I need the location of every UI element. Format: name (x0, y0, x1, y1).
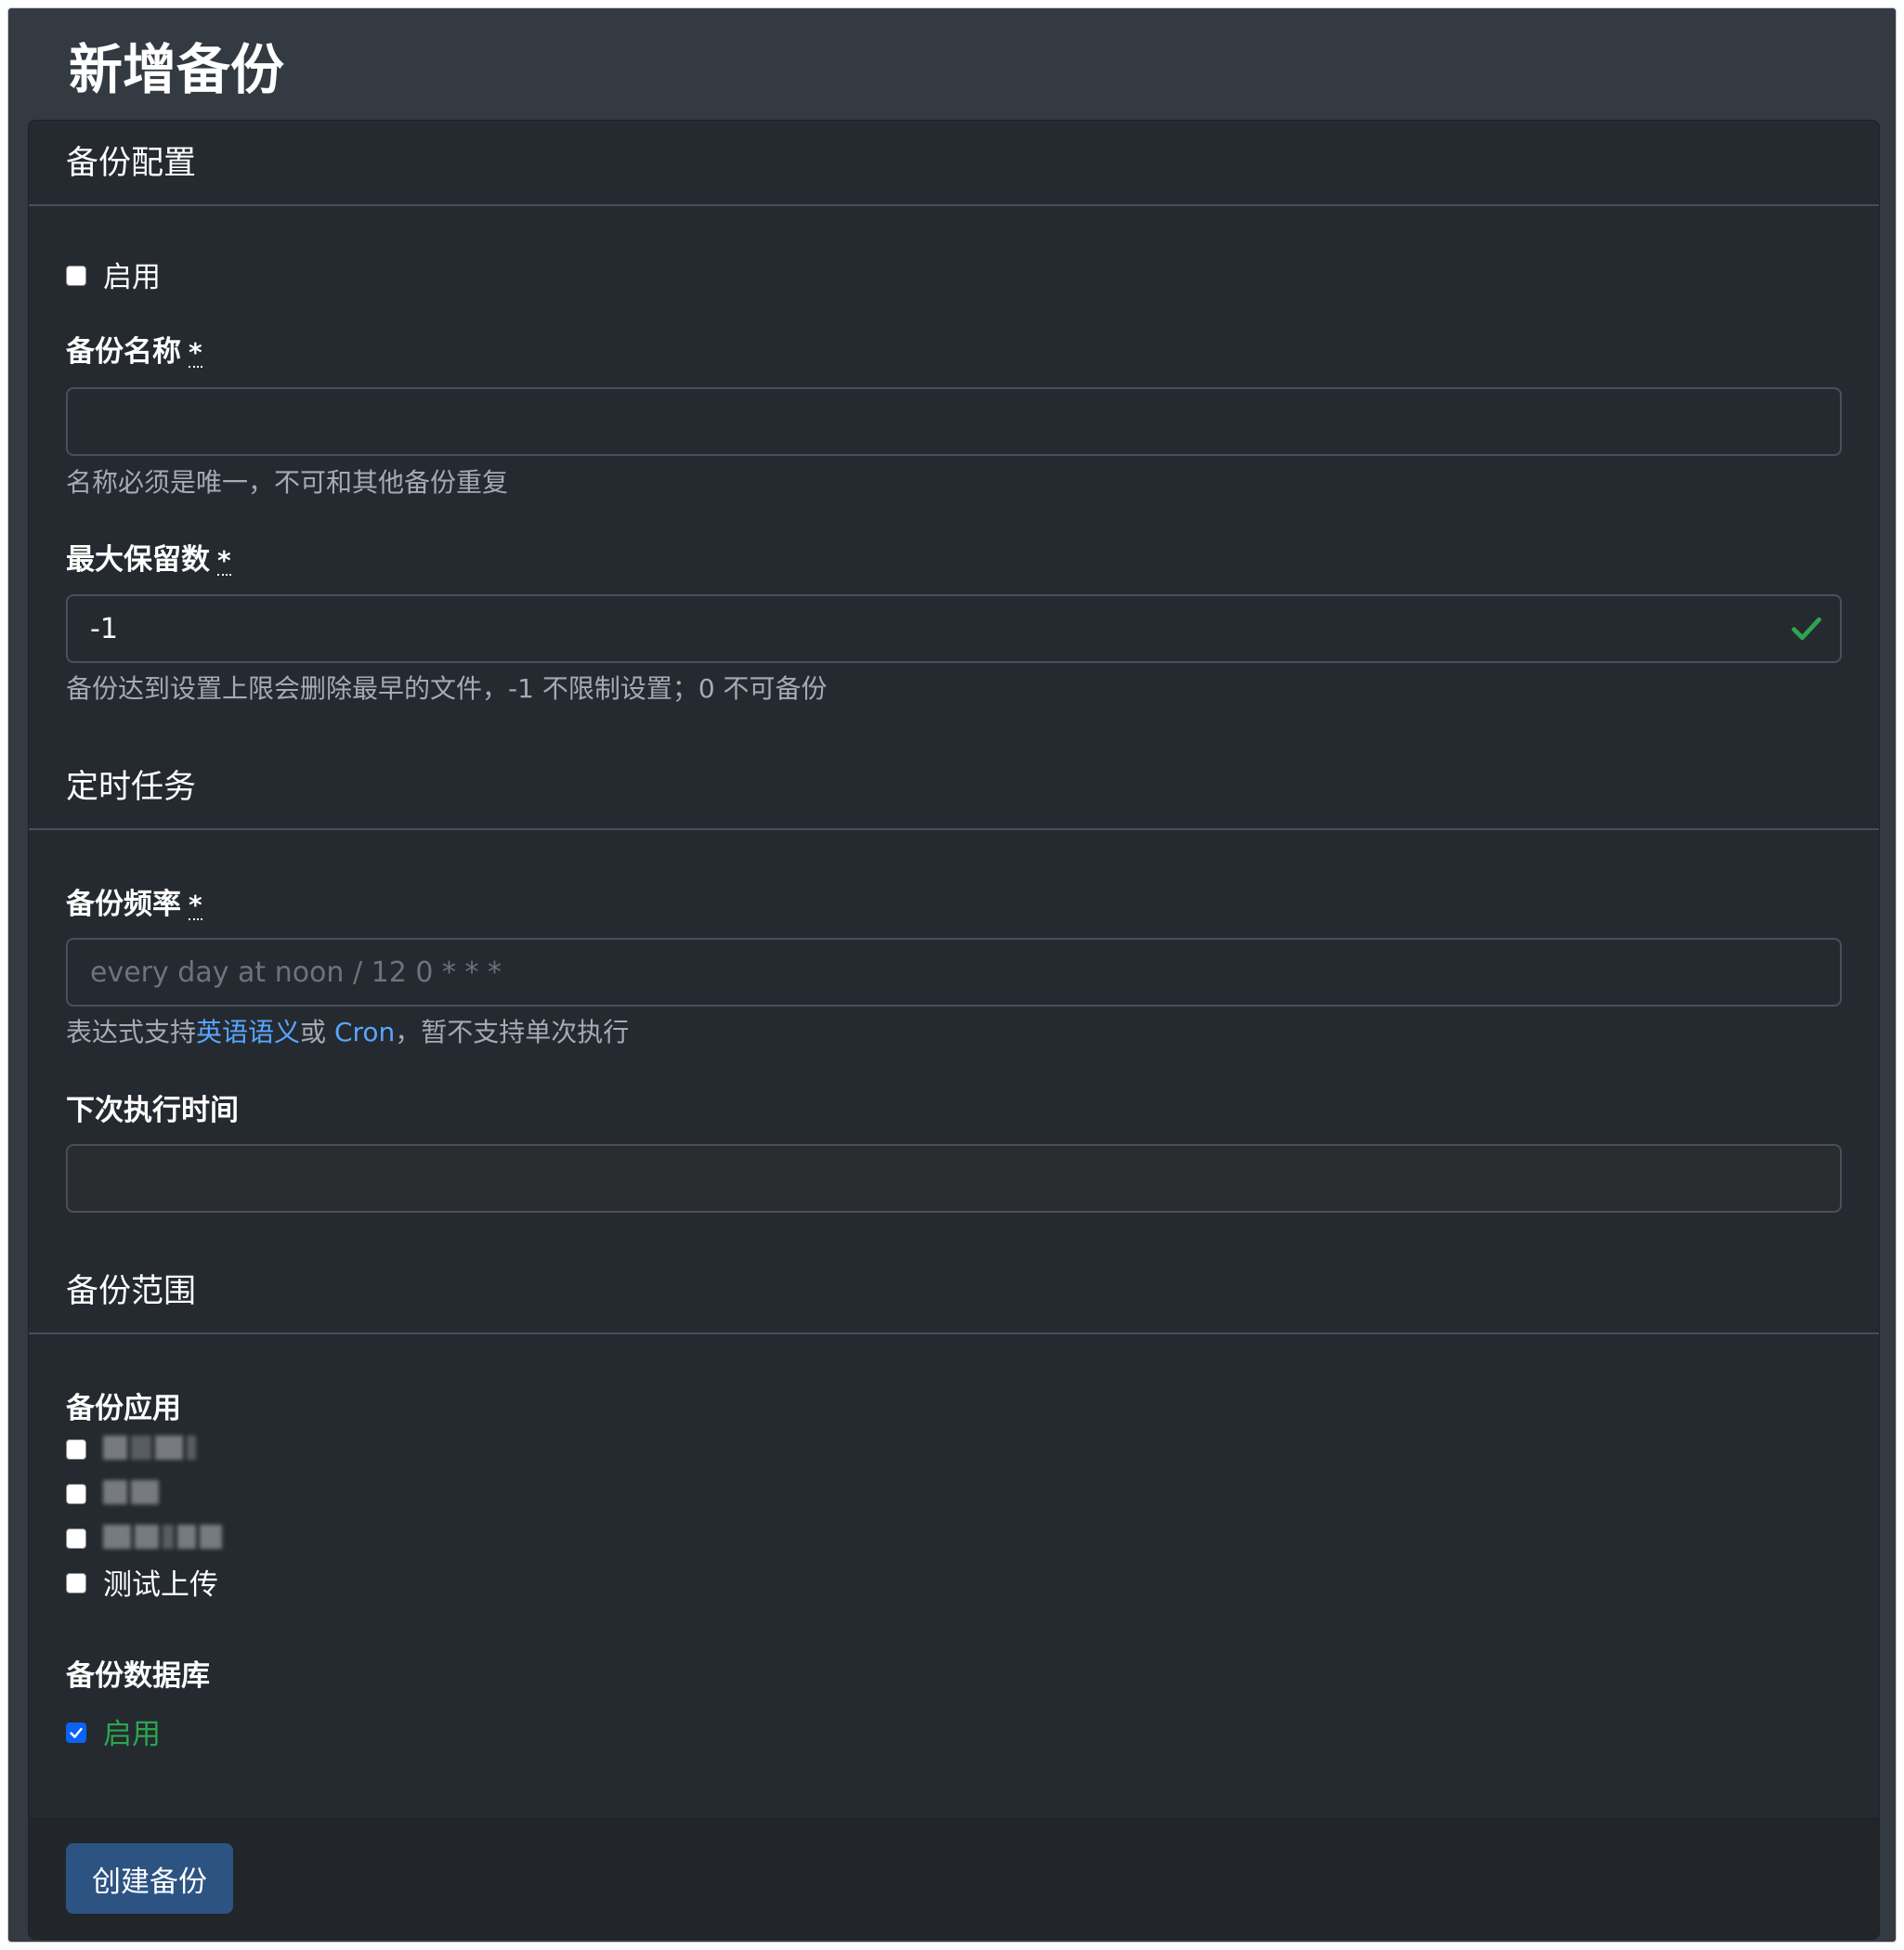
backup-apps-label: 备份应用 (66, 1392, 181, 1425)
max-keep-label-text: 最大保留数 (66, 543, 210, 577)
app-checkbox-label: 测试上传 (103, 1568, 218, 1602)
next-run-input (66, 1144, 1842, 1213)
english-semantics-link[interactable]: 英语语义 (196, 1017, 300, 1047)
app-checkbox[interactable] (66, 1528, 86, 1549)
section-header-scope: 备份范围 (29, 1249, 1879, 1334)
max-keep-input[interactable] (66, 594, 1842, 663)
next-run-label: 下次执行时间 (66, 1094, 239, 1127)
create-backup-button[interactable]: 创建备份 (66, 1843, 233, 1914)
page-title: 新增备份 (69, 38, 285, 101)
cron-link[interactable]: Cron (334, 1017, 395, 1047)
section-header-config: 备份配置 (29, 121, 1879, 206)
enable-checkbox-label: 启用 (103, 261, 161, 294)
backup-name-label-text: 备份名称 (66, 335, 181, 369)
section-header-schedule: 定时任务 (29, 745, 1879, 830)
frequency-label: 备份频率 * (66, 885, 202, 924)
valid-check-icon (1792, 617, 1821, 641)
backup-name-label: 备份名称 * (66, 332, 202, 371)
section-title-config: 备份配置 (66, 145, 197, 182)
required-mark: * (189, 337, 202, 368)
frequency-help-mid: 或 (300, 1017, 334, 1047)
frequency-input[interactable] (66, 938, 1842, 1007)
frequency-help: 表达式支持英语语义或 Cron，暂不支持单次执行 (66, 1014, 629, 1051)
app-checkbox[interactable] (66, 1573, 86, 1593)
checkmark-icon (70, 1727, 83, 1738)
redacted-app-name (103, 1525, 222, 1553)
max-keep-label: 最大保留数 * (66, 540, 231, 579)
frequency-help-suffix: ，暂不支持单次执行 (395, 1017, 630, 1047)
section-title-schedule: 定时任务 (66, 769, 197, 806)
card-footer: 创建备份 (29, 1818, 1879, 1939)
required-mark: * (217, 545, 231, 576)
app-checkbox[interactable] (66, 1439, 86, 1460)
db-enable-checkbox[interactable] (66, 1722, 86, 1743)
frequency-help-prefix: 表达式支持 (66, 1017, 197, 1047)
backup-name-input[interactable] (66, 387, 1842, 456)
redacted-app-name (103, 1436, 196, 1463)
frequency-label-text: 备份频率 (66, 888, 181, 921)
section-title-scope: 备份范围 (66, 1273, 197, 1310)
enable-checkbox[interactable] (66, 266, 86, 286)
app-window: 新增备份 备份配置 启用 备份名称 * 名称必须是唯一，不可和其他备份重复 最大保… (7, 7, 1897, 1943)
max-keep-help: 备份达到设置上限会删除最早的文件，-1 不限制设置；0 不可备份 (66, 673, 828, 704)
backup-db-label: 备份数据库 (66, 1659, 210, 1693)
redacted-app-name (103, 1480, 159, 1508)
app-checkbox[interactable] (66, 1484, 86, 1504)
backup-form-card: 备份配置 启用 备份名称* 名称必须是唯一，不可和其他备份重复 最大保留数* 备… (28, 120, 1880, 1940)
db-enable-label: 启用 (103, 1718, 161, 1751)
backup-name-help: 名称必须是唯一，不可和其他备份重复 (66, 467, 509, 498)
required-mark: * (189, 890, 202, 920)
